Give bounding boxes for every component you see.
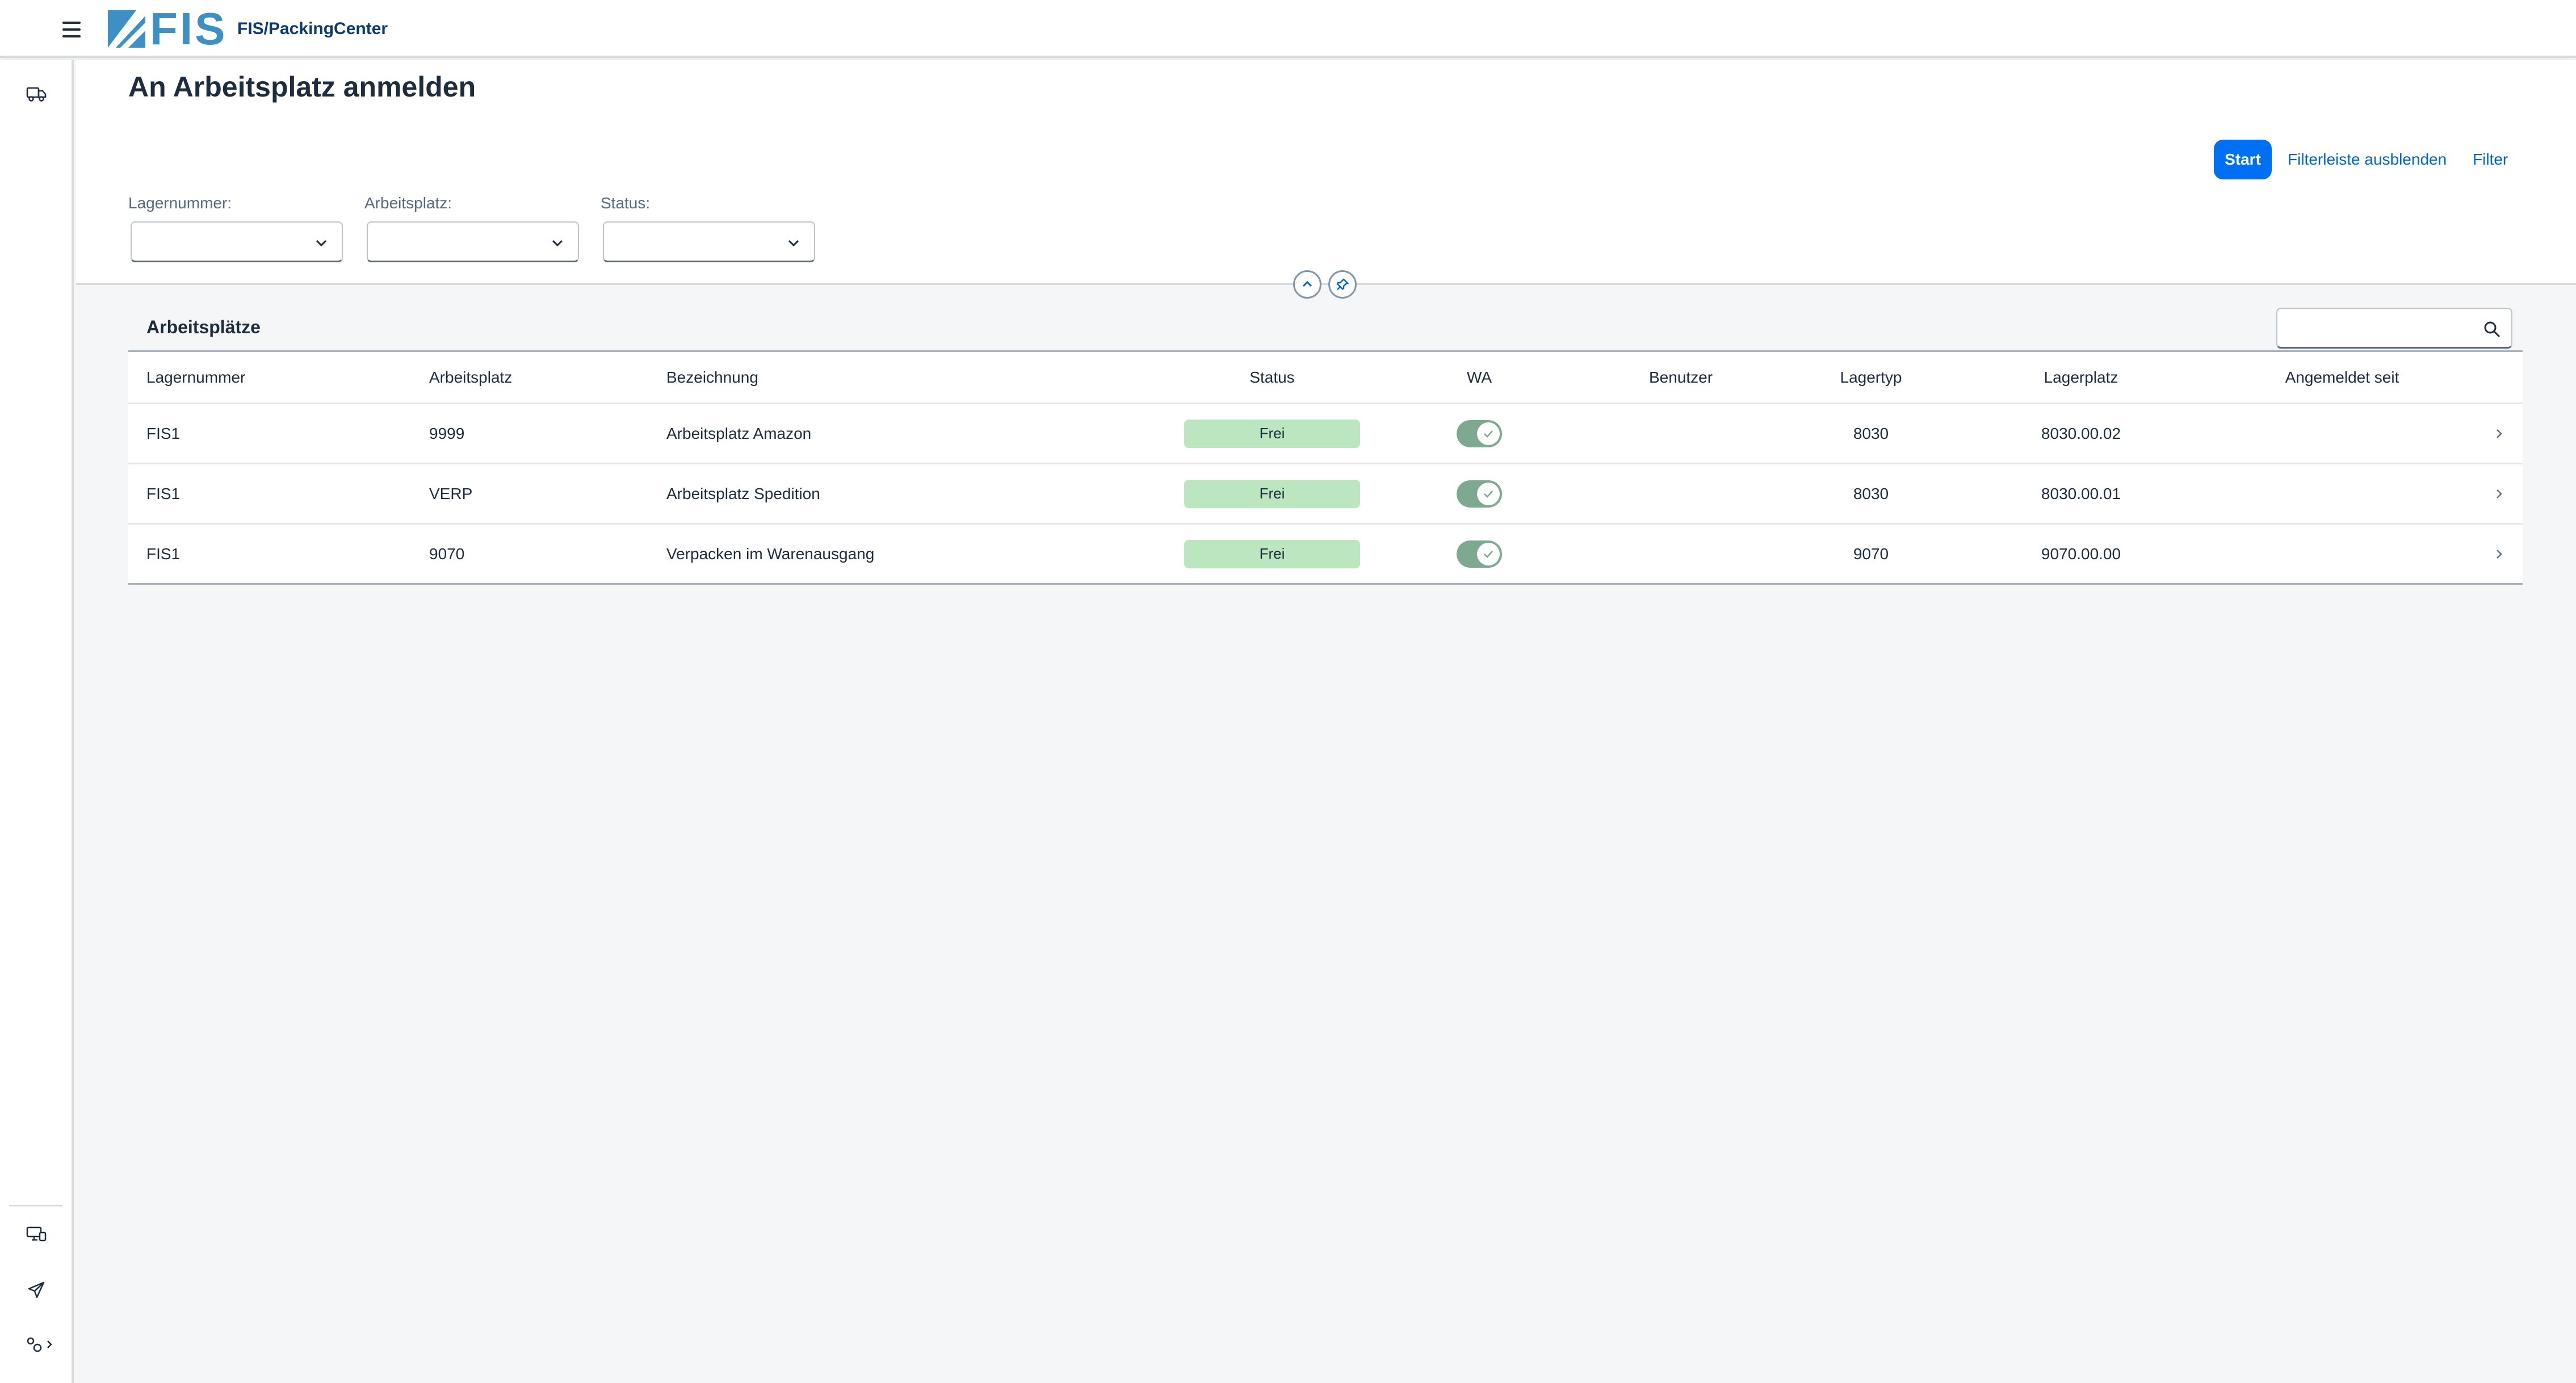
status-select[interactable] [603, 221, 815, 262]
settings-expand-icon[interactable] [25, 1333, 57, 1356]
lagernummer-label: Lagernummer: [128, 194, 232, 212]
column-header-wa[interactable]: WA [1440, 352, 1519, 403]
cell-benutzer [1627, 404, 1735, 463]
table-row[interactable]: FIS1 9999 Arbeitsplatz Amazon Frei 8030 … [128, 404, 2523, 464]
column-header-angemeldet-seit[interactable]: Angemeldet seit [2240, 352, 2444, 403]
pin-header-button[interactable] [1328, 270, 1357, 299]
cell-lagerplatz: 9070.00.00 [2041, 544, 2121, 563]
row-navigation[interactable] [2492, 404, 2506, 463]
nav-separator [9, 1205, 62, 1206]
paper-plane-icon[interactable] [25, 1279, 48, 1301]
cell-arbeitsplatz: 9070 [429, 544, 465, 563]
cell-bezeichnung: Arbeitsplatz Spedition [666, 484, 820, 502]
row-navigation[interactable] [2492, 464, 2506, 523]
fis-logo[interactable]: FIS [108, 3, 228, 54]
status-badge: Frei [1184, 419, 1360, 448]
cell-bezeichnung: Verpacken im Warenausgang [666, 544, 875, 563]
side-navigation [0, 60, 74, 1383]
chevron-right-icon [2497, 429, 2502, 438]
cell-lagernummer: FIS1 [146, 544, 181, 563]
chevron-right-icon [2497, 549, 2502, 559]
checkmark-icon [1484, 550, 1493, 558]
cell-bezeichnung: Arbeitsplatz Amazon [666, 424, 812, 442]
switch-knob [1477, 542, 1500, 565]
table-title: Arbeitsplätze [146, 317, 261, 337]
hamburger-icon-bar [62, 35, 81, 37]
table-row[interactable]: FIS1 VERP Arbeitsplatz Spedition Frei 80… [128, 464, 2523, 525]
cell-lagerplatz: 8030.00.01 [2041, 484, 2121, 502]
cell-lagerplatz: 8030.00.02 [2041, 424, 2121, 442]
arbeitsplatz-select[interactable] [367, 221, 579, 262]
pin-icon [1336, 278, 1349, 290]
cell-angemeldet-seit [2240, 525, 2444, 583]
cell-status: Frei [1184, 464, 1360, 523]
chevron-right-icon [2497, 489, 2502, 498]
column-header-lagertyp[interactable]: Lagertyp [1826, 352, 1916, 403]
cell-arbeitsplatz: 9999 [429, 424, 465, 442]
page-header: An Arbeitsplatz anmelden Start Filterlei… [76, 60, 2576, 299]
status-label: Status: [601, 194, 651, 212]
hamburger-icon-bar [62, 28, 81, 31]
status-badge: Frei [1184, 539, 1360, 568]
cell-arbeitsplatz: VERP [429, 484, 473, 502]
arbeitsplatz-label: Arbeitsplatz: [364, 194, 452, 212]
app-title[interactable]: FIS/PackingCenter [237, 19, 388, 39]
column-header-arbeitsplatz[interactable]: Arbeitsplatz [429, 352, 512, 403]
cell-lagertyp: 8030 [1853, 484, 1889, 502]
row-navigation[interactable] [2492, 525, 2506, 583]
hamburger-icon-bar [62, 22, 81, 24]
status-badge: Frei [1184, 479, 1360, 508]
truck-icon[interactable] [25, 83, 48, 106]
cell-lagertyp: 9070 [1853, 544, 1889, 563]
wa-switch[interactable] [1457, 540, 1502, 568]
shell-bar: FIS FIS/PackingCenter [0, 0, 2576, 58]
column-header-benutzer[interactable]: Benutzer [1627, 352, 1735, 403]
fis-logo-icon [108, 10, 145, 48]
cell-wa [1440, 464, 1519, 523]
hide-filterbar-button[interactable]: Filterleiste ausblenden [2288, 140, 2447, 179]
page-title: An Arbeitsplatz anmelden [128, 71, 476, 103]
column-header-lagerplatz[interactable]: Lagerplatz [2002, 352, 2160, 403]
start-button[interactable]: Start [2214, 140, 2272, 179]
table-row[interactable]: FIS1 9070 Verpacken im Warenausgang Frei… [128, 525, 2523, 585]
hamburger-menu-button[interactable] [62, 18, 85, 41]
chevron-down-icon [316, 240, 327, 247]
switch-knob [1477, 482, 1500, 505]
table-header-row: Lagernummer Arbeitsplatz Bezeichnung Sta… [128, 352, 2523, 404]
column-header-lagernummer[interactable]: Lagernummer [146, 352, 245, 403]
collapse-header-button[interactable] [1293, 270, 1321, 299]
filter-button[interactable]: Filter [2473, 140, 2508, 179]
column-header-status[interactable]: Status [1184, 352, 1360, 403]
workstations-table: Arbeitsplätze Lagernummer Arbeitsplatz B… [128, 301, 2523, 585]
checkmark-icon [1484, 490, 1493, 498]
lagernummer-select[interactable] [131, 221, 343, 262]
checkmark-icon [1484, 430, 1493, 438]
chevron-down-icon [552, 240, 563, 247]
cell-angemeldet-seit [2240, 464, 2444, 523]
cell-angemeldet-seit [2240, 404, 2444, 463]
switch-knob [1477, 422, 1500, 445]
cell-lagernummer: FIS1 [146, 484, 181, 502]
cell-status: Frei [1184, 525, 1360, 583]
table-search-field[interactable] [2276, 308, 2512, 349]
wa-switch[interactable] [1457, 420, 1502, 447]
cell-wa [1440, 404, 1519, 463]
monitor-icon[interactable] [25, 1223, 48, 1246]
cell-benutzer [1627, 464, 1735, 523]
table-search-input[interactable] [2283, 315, 2476, 342]
chevron-up-icon [1302, 280, 1312, 287]
search-icon[interactable] [2483, 320, 2501, 338]
chevron-down-icon [788, 240, 799, 247]
logo-text: FIS [150, 3, 228, 54]
column-header-bezeichnung[interactable]: Bezeichnung [666, 352, 758, 403]
cell-benutzer [1627, 525, 1735, 583]
cell-lagertyp: 8030 [1853, 424, 1889, 442]
cell-wa [1440, 525, 1519, 583]
table-toolbar: Arbeitsplätze [128, 301, 2523, 352]
wa-switch[interactable] [1457, 480, 1502, 508]
cell-lagernummer: FIS1 [146, 424, 181, 442]
cell-status: Frei [1184, 404, 1360, 463]
